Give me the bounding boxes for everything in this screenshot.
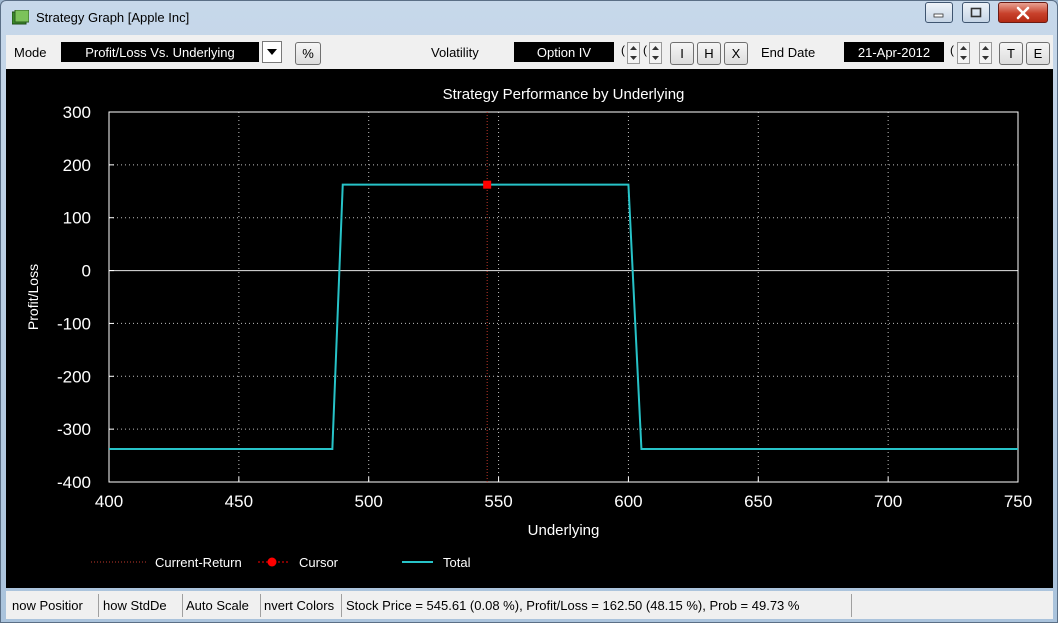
y-tick-label: -400 <box>57 473 91 492</box>
x-tick-label: 650 <box>744 492 772 511</box>
legend-current-return-label: Current-Return <box>155 555 242 570</box>
spin-down-icon[interactable] <box>650 53 661 63</box>
toolbar: Mode Profit/Loss Vs. Underlying % Volati… <box>6 35 1053 69</box>
volatility-field[interactable]: Option IV <box>514 42 614 62</box>
i-button[interactable]: I <box>670 42 694 65</box>
strategy-chart[interactable]: Strategy Performance by Underlying 400 450… <box>6 69 1053 588</box>
close-icon <box>1016 6 1030 19</box>
spin-down-icon[interactable] <box>628 53 639 63</box>
status-info: Stock Price = 545.61 (0.08 %), Profit/Lo… <box>342 594 852 617</box>
y-tick-label: 300 <box>63 103 91 122</box>
x-tick-label: 500 <box>355 492 383 511</box>
show-position-button[interactable]: now Positior <box>12 594 99 617</box>
spin-up-icon[interactable] <box>980 43 991 53</box>
y-tick-label: -100 <box>57 314 91 333</box>
plot-frame <box>108 111 1019 483</box>
x-button[interactable]: X <box>724 42 748 65</box>
spin-up-icon[interactable] <box>650 43 661 53</box>
minimize-button[interactable] <box>925 2 953 23</box>
end-date-field[interactable]: 21-Apr-2012 <box>844 42 944 62</box>
x-axis-label: Underlying <box>528 522 600 539</box>
t-button[interactable]: T <box>999 42 1023 65</box>
mode-dropdown-button[interactable] <box>262 41 282 63</box>
x-tick-label: 450 <box>225 492 253 511</box>
x-tick-label: 600 <box>614 492 642 511</box>
title-bar[interactable]: Strategy Graph [Apple Inc] <box>1 1 1057 35</box>
y-tick-label: -300 <box>57 420 91 439</box>
y-tick-label: -200 <box>57 367 91 386</box>
auto-scale-button[interactable]: Auto Scale <box>183 594 261 617</box>
spin-up-icon[interactable] <box>628 43 639 53</box>
invert-colors-button[interactable]: nvert Colors <box>261 594 342 617</box>
y-tick-label: 100 <box>63 209 91 228</box>
minimize-icon <box>933 13 944 17</box>
chart-title: Strategy Performance by Underlying <box>443 86 685 103</box>
strategy-graph-window: Strategy Graph [Apple Inc] Mode Profit/L… <box>0 0 1058 623</box>
spin-down-icon[interactable] <box>980 53 991 63</box>
x-tick-label: 700 <box>874 492 902 511</box>
show-stddev-button[interactable]: how StdDe <box>103 594 183 617</box>
volatility-label: Volatility <box>431 45 479 60</box>
end-date-label: End Date <box>761 45 816 60</box>
legend-cursor-label: Cursor <box>299 555 339 570</box>
status-bar: now Positior how StdDe Auto Scale nvert … <box>6 591 1053 619</box>
date-spinner-1[interactable] <box>957 42 970 64</box>
mode-select[interactable]: Profit/Loss Vs. Underlying <box>61 42 259 62</box>
maximize-button[interactable] <box>962 2 990 23</box>
legend-cursor-marker <box>267 557 277 567</box>
x-tick-label: 550 <box>484 492 512 511</box>
legend-total-label: Total <box>443 555 471 570</box>
series-line-total <box>109 183 1018 450</box>
volatility-spinner-1[interactable] <box>627 42 640 64</box>
x-tick-label: 750 <box>1004 492 1032 511</box>
percent-button[interactable]: % <box>295 42 321 65</box>
y-axis-label: Profit/Loss <box>25 264 41 330</box>
app-icon <box>12 10 29 25</box>
cursor-marker <box>483 180 492 189</box>
chevron-down-icon <box>267 49 277 55</box>
y-tick-label: 0 <box>82 262 91 281</box>
window-title: Strategy Graph [Apple Inc] <box>36 10 190 25</box>
h-button[interactable]: H <box>697 42 721 65</box>
close-button[interactable] <box>998 2 1048 23</box>
maximize-icon <box>970 7 982 17</box>
x-tick-label: 400 <box>95 492 123 511</box>
e-button[interactable]: E <box>1026 42 1050 65</box>
chart-panel[interactable]: Strategy Performance by Underlying 400 450… <box>6 69 1053 588</box>
y-tick-label: 200 <box>63 156 91 175</box>
spin-down-icon[interactable] <box>958 53 969 63</box>
mode-label: Mode <box>14 45 47 60</box>
volatility-spinner-2[interactable] <box>649 42 662 64</box>
spin-up-icon[interactable] <box>958 43 969 53</box>
date-spinner-2[interactable] <box>979 42 992 64</box>
